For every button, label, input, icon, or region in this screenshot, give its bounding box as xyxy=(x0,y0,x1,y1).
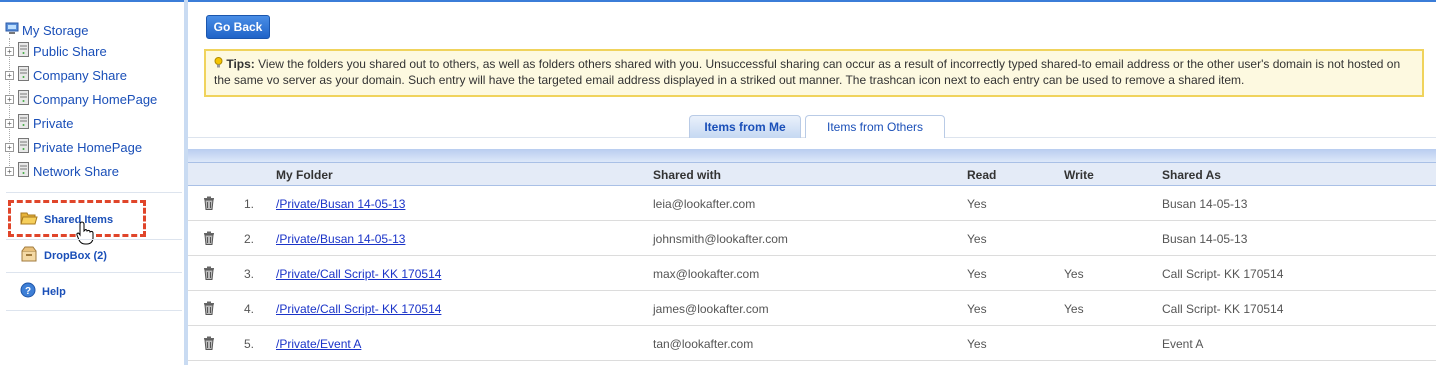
expand-icon[interactable]: + xyxy=(5,94,14,104)
shared-as-name: Call Script- KK 170514 xyxy=(1162,302,1284,316)
tree-item-company-homepage[interactable]: + Company HomePage xyxy=(5,90,157,108)
tree-item-label: Company Share xyxy=(33,67,127,83)
shared-with-email: tan@lookafter.com xyxy=(653,337,754,351)
server-icon xyxy=(18,42,29,60)
read-permission: Yes xyxy=(967,337,987,351)
trash-icon[interactable] xyxy=(203,231,215,245)
grid-header-bar xyxy=(188,149,1436,162)
tree-item-private-homepage[interactable]: + Private HomePage xyxy=(5,138,142,156)
table-row: 4. /Private/Call Script- KK 170514 james… xyxy=(188,291,1436,326)
divider xyxy=(6,310,182,311)
trash-icon[interactable] xyxy=(203,336,215,350)
folder-link[interactable]: /Private/Busan 14-05-13 xyxy=(276,197,405,211)
shared-as-name: Event A xyxy=(1162,337,1204,351)
trash-icon[interactable] xyxy=(203,266,215,280)
column-header-write[interactable]: Write xyxy=(1064,168,1094,182)
nav-shared-items[interactable]: Shared Items xyxy=(20,211,113,228)
tree-item-label: Private HomePage xyxy=(33,139,143,155)
shared-with-email: johnsmith@lookafter.com xyxy=(653,232,788,246)
server-icon xyxy=(18,114,29,132)
expand-icon[interactable]: + xyxy=(5,46,14,56)
row-number: 5. xyxy=(244,337,255,351)
sidebar: My Storage + Public Share + Company Shar… xyxy=(0,0,184,365)
write-permission: Yes xyxy=(1064,302,1084,316)
read-permission: Yes xyxy=(967,197,987,211)
folder-link[interactable]: /Private/Event A xyxy=(276,337,361,351)
help-icon: ? xyxy=(20,282,36,301)
trash-icon[interactable] xyxy=(203,196,215,210)
shared-as-name: Call Script- KK 170514 xyxy=(1162,267,1284,281)
go-back-button[interactable]: Go Back xyxy=(206,15,270,39)
nav-help-label: Help xyxy=(42,285,66,298)
shared-as-name: Busan 14-05-13 xyxy=(1162,197,1248,211)
shared-with-email: leia@lookafter.com xyxy=(653,197,756,211)
tree-item-label: Public Share xyxy=(33,43,107,59)
nav-help[interactable]: ? Help xyxy=(20,282,66,301)
column-header-shared-as[interactable]: Shared As xyxy=(1162,168,1221,182)
shared-with-email: max@lookafter.com xyxy=(653,267,760,281)
column-header-read[interactable]: Read xyxy=(967,168,996,182)
tree-item-network-share[interactable]: + Network Share xyxy=(5,162,119,180)
divider xyxy=(6,192,182,193)
tab-items-from-me[interactable]: Items from Me xyxy=(689,115,801,138)
tree-item-label: Company HomePage xyxy=(33,91,158,107)
table-row: 5. /Private/Event A tan@lookafter.com Ye… xyxy=(188,326,1436,361)
shared-as-name: Busan 14-05-13 xyxy=(1162,232,1248,246)
hand-cursor-icon xyxy=(76,221,96,248)
tree-item-private[interactable]: + Private xyxy=(5,114,73,132)
folder-open-icon xyxy=(20,211,38,228)
divider xyxy=(6,272,182,273)
read-permission: Yes xyxy=(967,302,987,316)
tree-root-label: My Storage xyxy=(22,23,89,38)
tree-item-public-share[interactable]: + Public Share xyxy=(5,42,107,60)
folder-link[interactable]: /Private/Busan 14-05-13 xyxy=(276,232,405,246)
tree-item-company-share[interactable]: + Company Share xyxy=(5,66,127,84)
tree-item-label: Network Share xyxy=(33,163,119,179)
tips-title: Tips: xyxy=(226,57,255,71)
tree-item-label: Private xyxy=(33,115,74,131)
main-panel: Go Back Tips: View the folders you share… xyxy=(188,0,1436,365)
svg-text:?: ? xyxy=(25,286,31,297)
server-icon xyxy=(18,138,29,156)
server-icon xyxy=(18,90,29,108)
column-header-folder[interactable]: My Folder xyxy=(276,168,333,182)
column-header-shared-with[interactable]: Shared with xyxy=(653,168,721,182)
row-number: 3. xyxy=(244,267,255,281)
expand-icon[interactable]: + xyxy=(5,166,14,176)
divider xyxy=(6,239,182,240)
trash-icon[interactable] xyxy=(203,301,215,315)
server-icon xyxy=(18,162,29,180)
row-number: 4. xyxy=(244,302,255,316)
tree-root-my-storage[interactable]: My Storage xyxy=(5,22,88,39)
expand-icon[interactable]: + xyxy=(5,118,14,128)
nav-dropbox[interactable]: DropBox (2) xyxy=(20,246,107,265)
table-row: 3. /Private/Call Script- KK 170514 max@l… xyxy=(188,256,1436,291)
folder-link[interactable]: /Private/Call Script- KK 170514 xyxy=(276,267,441,281)
table-row: 1. /Private/Busan 14-05-13 leia@lookafte… xyxy=(188,186,1436,221)
lightbulb-icon xyxy=(214,56,223,68)
server-icon xyxy=(18,66,29,84)
tips-box: Tips: View the folders you shared out to… xyxy=(204,49,1424,97)
read-permission: Yes xyxy=(967,232,987,246)
computer-icon xyxy=(5,22,19,39)
folder-link[interactable]: /Private/Call Script- KK 170514 xyxy=(276,302,441,316)
expand-icon[interactable]: + xyxy=(5,70,14,80)
tips-text: View the folders you shared out to other… xyxy=(214,57,1401,87)
shared-with-email: james@lookafter.com xyxy=(653,302,769,316)
expand-icon[interactable]: + xyxy=(5,142,14,152)
read-permission: Yes xyxy=(967,267,987,281)
nav-dropbox-label: DropBox (2) xyxy=(44,249,107,262)
row-number: 2. xyxy=(244,232,255,246)
write-permission: Yes xyxy=(1064,267,1084,281)
dropbox-icon xyxy=(20,246,38,265)
table-row: 2. /Private/Busan 14-05-13 johnsmith@loo… xyxy=(188,221,1436,256)
row-number: 1. xyxy=(244,197,255,211)
table-header: My Folder Shared with Read Write Shared … xyxy=(188,162,1436,186)
tab-items-from-others[interactable]: Items from Others xyxy=(805,115,945,138)
